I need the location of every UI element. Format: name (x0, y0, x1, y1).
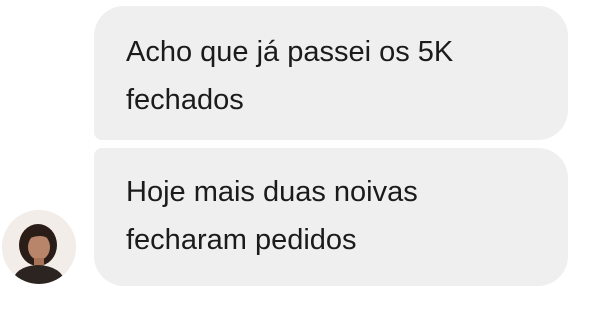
avatar[interactable] (2, 210, 76, 284)
message-bubble[interactable]: Acho que já passei os 5K fechados (94, 6, 568, 140)
message-text: Acho que já passei os 5K fechados (126, 36, 454, 116)
message-bubble[interactable]: Hoje mais duas noivas fecharam pedidos (94, 148, 568, 286)
chat-thread: { "messages": [ { "text": "Acho que já p… (0, 0, 600, 312)
message-text: Hoje mais duas noivas fecharam pedidos (126, 176, 418, 256)
profile-photo-avatar-icon (2, 210, 76, 284)
